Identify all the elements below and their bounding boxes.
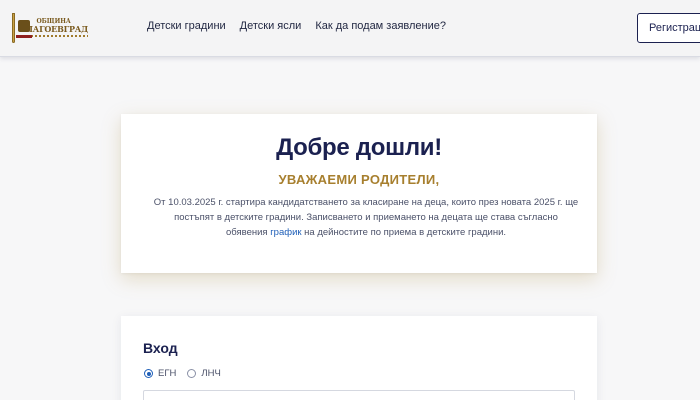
egn-radio-label[interactable]: ЕГН bbox=[158, 368, 176, 379]
top-header: ОБЩИНА БЛАГОЕВГРАД Детски градини Детски… bbox=[0, 0, 700, 57]
schedule-link[interactable]: график bbox=[270, 227, 301, 238]
login-card: Вход ЕГН ЛНЧ bbox=[121, 316, 597, 400]
lnch-radio[interactable] bbox=[187, 369, 197, 378]
id-number-input[interactable] bbox=[143, 390, 575, 400]
nav-how-to-apply[interactable]: Как да подам заявление? bbox=[315, 20, 446, 32]
welcome-card: Добре дошли! УВАЖАЕМИ РОДИТЕЛИ, От 10.03… bbox=[121, 114, 597, 273]
nav-kindergartens[interactable]: Детски градини bbox=[147, 20, 226, 32]
egn-radio[interactable] bbox=[144, 369, 153, 378]
welcome-text: От 10.03.2025 г. стартира кандидатстване… bbox=[153, 195, 579, 240]
register-button[interactable]: Регистрация bbox=[637, 13, 700, 43]
lnch-radio-label[interactable]: ЛНЧ bbox=[201, 368, 220, 379]
nav-nurseries[interactable]: Детски ясли bbox=[240, 20, 302, 32]
welcome-title: Добре дошли! bbox=[276, 134, 442, 161]
welcome-text-part2: на дейностите по приема в детските гради… bbox=[301, 227, 507, 238]
welcome-subtitle: УВАЖАЕМИ РОДИТЕЛИ, bbox=[278, 172, 440, 187]
municipality-logo[interactable]: ОБЩИНА БЛАГОЕВГРАД bbox=[12, 12, 88, 44]
coat-of-arms-icon bbox=[12, 13, 34, 43]
main-nav: Детски градини Детски ясли Как да подам … bbox=[147, 20, 446, 32]
id-type-radio-group: ЕГН ЛНЧ bbox=[144, 368, 232, 379]
login-title: Вход bbox=[143, 340, 178, 356]
